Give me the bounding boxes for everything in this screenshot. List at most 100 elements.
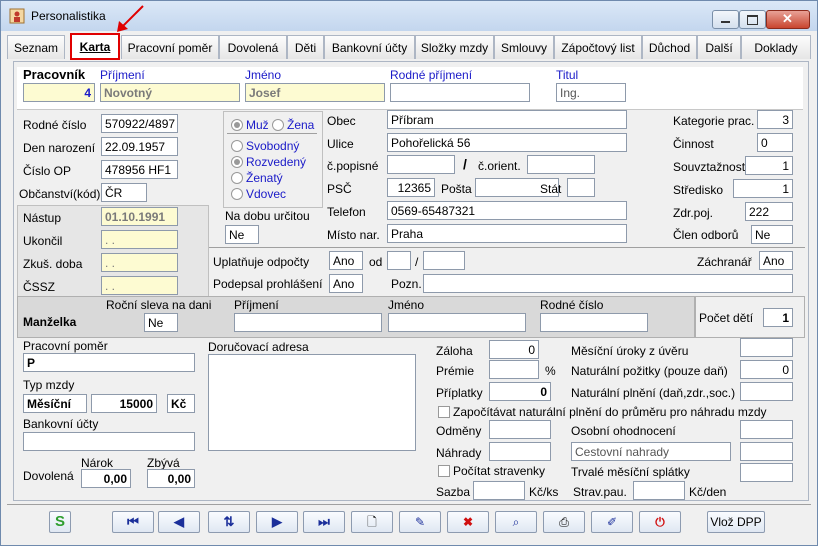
cssz-field[interactable]: . . (101, 276, 178, 295)
tab-bankovni-ucty[interactable]: Bankovní účty (324, 35, 415, 59)
zbyva-field[interactable]: 0,00 (147, 469, 195, 488)
souvztaznost-field[interactable]: 1 (745, 156, 793, 175)
rodne-cislo-field[interactable]: 570922/4897 (101, 114, 178, 133)
mesicni-uroky-field[interactable] (740, 338, 793, 357)
obcanstvi-field[interactable]: ČR (101, 183, 147, 202)
den-narozeni-field[interactable]: 22.09.1957 (101, 137, 178, 156)
psc-field[interactable]: 12365 (387, 178, 435, 197)
kategorie-label: Kategorie prac. (673, 114, 755, 128)
corient-field[interactable] (527, 155, 595, 174)
typ-field[interactable]: Měsíční (23, 394, 87, 413)
muz-radio[interactable] (231, 119, 243, 131)
clen-field[interactable]: Ne (751, 225, 793, 244)
dorucovaci-field[interactable] (208, 354, 416, 451)
uplatnuje-field[interactable]: Ano (329, 251, 363, 270)
pozn-field[interactable] (423, 274, 793, 293)
kategorie-field[interactable]: 3 (757, 110, 793, 129)
nastup-field[interactable]: 01.10.1991 (101, 207, 178, 226)
search-button[interactable]: ⌕ (495, 511, 537, 533)
print-button[interactable]: ⎙ (543, 511, 585, 533)
tab-seznam[interactable]: Seznam (7, 35, 65, 59)
maximize-button[interactable] (739, 10, 766, 29)
castka-field[interactable]: 15000 (91, 394, 157, 413)
ulice-field[interactable]: Pohořelická 56 (387, 133, 627, 152)
nat-plneni-field[interactable] (740, 382, 793, 401)
sort-button[interactable]: ⇅ (208, 511, 250, 533)
tab-pracovni-pomer[interactable]: Pracovní poměr (121, 35, 219, 59)
spouse-rc-field[interactable] (540, 313, 648, 332)
zenaty-radio[interactable] (231, 172, 243, 184)
jmeno-field[interactable]: Josef (245, 83, 385, 102)
bu-field[interactable] (23, 432, 195, 451)
tab-smlouvy[interactable]: Smlouvy (494, 35, 554, 59)
tab-zapoctovy-list[interactable]: Zápočtový list (554, 35, 642, 59)
close-window-button[interactable]: ✕ (766, 10, 810, 29)
podepsal-field[interactable]: Ano (329, 274, 363, 293)
osobni-field[interactable] (740, 420, 793, 439)
na-dobu-field[interactable]: Ne (225, 225, 259, 244)
rodne-prijmeni-field[interactable] (390, 83, 530, 102)
spouse-jmeno-field[interactable] (388, 313, 526, 332)
sleva-field[interactable]: Ne (144, 313, 178, 332)
zachranar-field[interactable]: Ano (759, 251, 793, 270)
nahrady-field[interactable] (489, 442, 551, 461)
next-record-button[interactable]: ▶ (256, 511, 298, 533)
vloz-dpp-button[interactable]: Vlož DPP (707, 511, 765, 533)
tab-slozky-mzdy[interactable]: Složky mzdy (415, 35, 494, 59)
vdovec-radio[interactable] (231, 188, 243, 200)
od-field-1[interactable] (387, 251, 411, 270)
logo-button[interactable]: S (49, 511, 71, 533)
cestovni-field[interactable] (740, 442, 793, 461)
od-field-2[interactable] (423, 251, 465, 270)
new-record-button[interactable]: 🗋 (351, 511, 393, 533)
last-record-button[interactable]: ⏭ (303, 511, 345, 533)
trvale-field[interactable] (740, 463, 793, 482)
cpopisne-field[interactable] (387, 155, 455, 174)
stat-field[interactable] (567, 178, 595, 197)
cislo-op-field[interactable]: 478956 HF1 (101, 160, 178, 179)
prijmeni-field[interactable]: Novotný (100, 83, 240, 102)
power-button[interactable]: ⏻ (639, 511, 681, 533)
first-record-button[interactable]: ⏮ (112, 511, 154, 533)
tab-deti[interactable]: Děti (287, 35, 324, 59)
edit-record-button[interactable]: ✎ (399, 511, 441, 533)
tab-dalsi[interactable]: Další (697, 35, 741, 59)
obec-field[interactable]: Příbram (387, 110, 627, 129)
zapocitavat-checkbox[interactable] (438, 406, 450, 418)
cestovni-label-field[interactable]: Cestovní nahrady (571, 442, 731, 461)
pocet-deti-field[interactable]: 1 (763, 308, 793, 327)
delete-record-button[interactable]: ✖ (447, 511, 489, 533)
svobodny-radio[interactable] (231, 140, 243, 152)
ukoncil-field[interactable]: . . (101, 230, 178, 249)
priplatky-field[interactable]: 0 (489, 382, 551, 401)
odmeny-field[interactable] (489, 420, 551, 439)
tab-duchod[interactable]: Důchod (642, 35, 697, 59)
zaloha-field[interactable]: 0 (489, 340, 539, 359)
strav-field[interactable] (633, 481, 685, 500)
mena-field[interactable]: Kč (167, 394, 195, 413)
zena-radio[interactable] (272, 119, 284, 131)
tab-dovolena[interactable]: Dovolená (219, 35, 287, 59)
zkus-field[interactable]: . . (101, 253, 178, 272)
misto-field[interactable]: Praha (387, 224, 627, 243)
stredisko-field[interactable]: 1 (733, 179, 793, 198)
tab-doklady[interactable]: Doklady (741, 35, 811, 59)
zdrpoj-field[interactable]: 222 (745, 202, 793, 221)
spouse-prijmeni-field[interactable] (234, 313, 382, 332)
settings-button[interactable]: ✐ (591, 511, 633, 533)
narok-field[interactable]: 0,00 (81, 469, 131, 488)
nat-pozitky-field[interactable]: 0 (740, 360, 793, 379)
titul-field[interactable]: Ing. (556, 83, 626, 102)
pracovnik-field[interactable]: 4 (23, 83, 95, 102)
tab-karta[interactable]: Karta (70, 33, 120, 60)
pp-field[interactable]: P (23, 353, 195, 372)
cinnost-field[interactable]: 0 (757, 133, 793, 152)
premie-field[interactable] (489, 360, 539, 379)
rozvedeny-radio[interactable] (231, 156, 243, 168)
telefon-field[interactable]: 0569-65487321 (387, 201, 627, 220)
maximize-icon (747, 15, 758, 25)
sazba-field[interactable] (473, 481, 525, 500)
prev-record-button[interactable]: ◀ (158, 511, 200, 533)
pocitat-checkbox[interactable] (438, 465, 450, 477)
minimize-button[interactable] (712, 10, 739, 29)
